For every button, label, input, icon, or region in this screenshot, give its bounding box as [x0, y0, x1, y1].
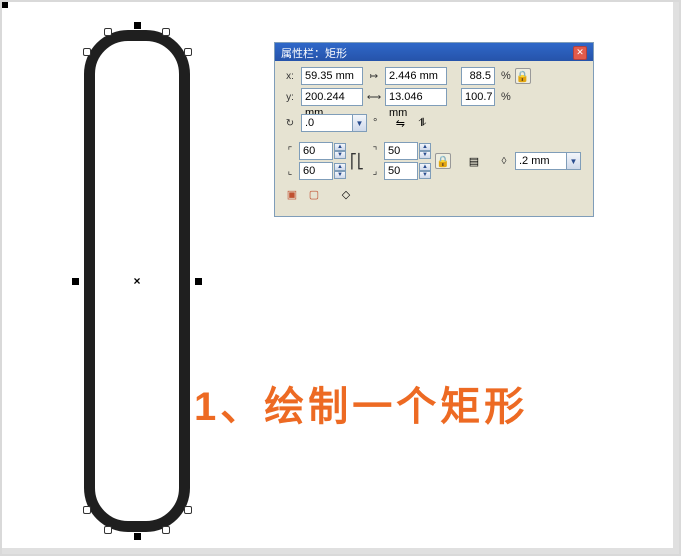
selection-handle-right[interactable] [195, 278, 202, 285]
panel-titlebar[interactable]: 属性栏：矩形 ✕ [275, 43, 593, 61]
spinner[interactable]: ▲▼ [334, 163, 346, 179]
scale-y-field[interactable]: 100.7 [461, 88, 495, 106]
degree-unit: ° [373, 117, 377, 129]
panel-title-text: 属性栏：矩形 [281, 45, 347, 61]
to-back-icon[interactable]: ▢ [305, 185, 323, 203]
rotation-field[interactable]: .0 [301, 114, 353, 132]
rotation-dropdown[interactable]: .0 ▼ [301, 114, 367, 132]
canvas-area[interactable]: × 属性栏：矩形 ✕ x: 59.35 mm ↦ [4, 4, 677, 552]
outline-width-dropdown[interactable]: .2 mm ▼ [515, 152, 581, 170]
x-field[interactable]: 59.35 mm [301, 67, 363, 85]
lock-corners-icon[interactable]: 🔒 [435, 153, 451, 169]
center-marker: × [133, 274, 140, 288]
dropdown-button[interactable]: ▼ [567, 152, 581, 170]
close-icon[interactable]: ✕ [573, 46, 587, 60]
percent-unit: % [501, 70, 511, 82]
y-label: y: [283, 90, 297, 104]
row-position-size-scale: x: 59.35 mm ↦ 2.446 mm 88.5 % 🔒 [283, 67, 585, 85]
corner-tl-icon: ⌜ [283, 144, 297, 158]
rounded-rectangle-group[interactable]: × [76, 26, 198, 536]
rotate-icon: ↻ [283, 116, 297, 130]
selection-handle-top[interactable] [134, 22, 141, 29]
corner-br-icon: ⌟ [368, 164, 382, 178]
corner-node-tl2[interactable] [83, 48, 91, 56]
page-shadow-bottom [2, 548, 679, 554]
outline-width-field[interactable]: .2 mm [515, 152, 567, 170]
height-field[interactable]: 13.046 mm [385, 88, 447, 106]
x-label: x: [283, 69, 297, 83]
corner-node-tr2[interactable] [184, 48, 192, 56]
row-order: ▣ ▢ ◇ [283, 185, 585, 203]
width-field[interactable]: 2.446 mm [385, 67, 447, 85]
percent-unit-2: % [501, 91, 511, 103]
mirror-horizontal-icon[interactable]: ⇋ [391, 114, 409, 132]
corner-bl-field[interactable]: 60 [299, 162, 333, 180]
height-icon: ⟷ [367, 90, 381, 104]
convert-to-curves-icon[interactable]: ◇ [337, 185, 355, 203]
outline-width-icon: ◊ [497, 154, 511, 168]
scale-x-field[interactable]: 88.5 [461, 67, 495, 85]
corner-tr-icon: ⌝ [368, 144, 382, 158]
dropdown-button[interactable]: ▼ [353, 114, 367, 132]
y-field[interactable]: 200.244 mm [301, 88, 363, 106]
width-icon: ↦ [367, 69, 381, 83]
row-corners: ⌜ 60 ▲▼ ⌞ 60 ▲▼ ⎡⎣ ⌝ [283, 142, 585, 180]
corner-node-bl1[interactable] [104, 526, 112, 534]
corner-node-tl1[interactable] [104, 28, 112, 36]
corner-tr-field[interactable]: 50 [384, 142, 418, 160]
corner-node-br1[interactable] [162, 526, 170, 534]
mirror-vertical-icon[interactable]: ⥮ [413, 114, 431, 132]
corner-node-tr1[interactable] [162, 28, 170, 36]
panel-body: x: 59.35 mm ↦ 2.446 mm 88.5 % 🔒 y: 200.2… [275, 61, 593, 216]
stage: × 属性栏：矩形 ✕ x: 59.35 mm ↦ [0, 0, 681, 556]
corner-tl-field[interactable]: 60 [299, 142, 333, 160]
spinner[interactable]: ▲▼ [419, 163, 431, 179]
property-bar-panel[interactable]: 属性栏：矩形 ✕ x: 59.35 mm ↦ 2.446 mm 88.5 % 🔒… [274, 42, 594, 217]
corner-br-field[interactable]: 50 [384, 162, 418, 180]
corner-node-br2[interactable] [184, 506, 192, 514]
wrap-text-icon[interactable]: ▤ [465, 152, 483, 170]
page-shadow-right [673, 2, 679, 554]
corner-bl-icon: ⌞ [283, 164, 297, 178]
corner-link-icon: ⎡⎣ [350, 154, 364, 168]
row-rotation: ↻ .0 ▼ ° ⇋ ⥮ [283, 114, 585, 132]
selection-handle-left[interactable] [72, 278, 79, 285]
corner-node-bl2[interactable] [83, 506, 91, 514]
lock-aspect-icon[interactable]: 🔒 [515, 68, 531, 84]
step-caption: 1、绘制一个矩形 [194, 374, 528, 432]
to-front-icon[interactable]: ▣ [283, 185, 301, 203]
row-y-height-scaley: y: 200.244 mm ⟷ 13.046 mm 100.7 % [283, 88, 585, 106]
spinner[interactable]: ▲▼ [419, 143, 431, 159]
selection-handle-bottom[interactable] [134, 533, 141, 540]
spinner[interactable]: ▲▼ [334, 143, 346, 159]
